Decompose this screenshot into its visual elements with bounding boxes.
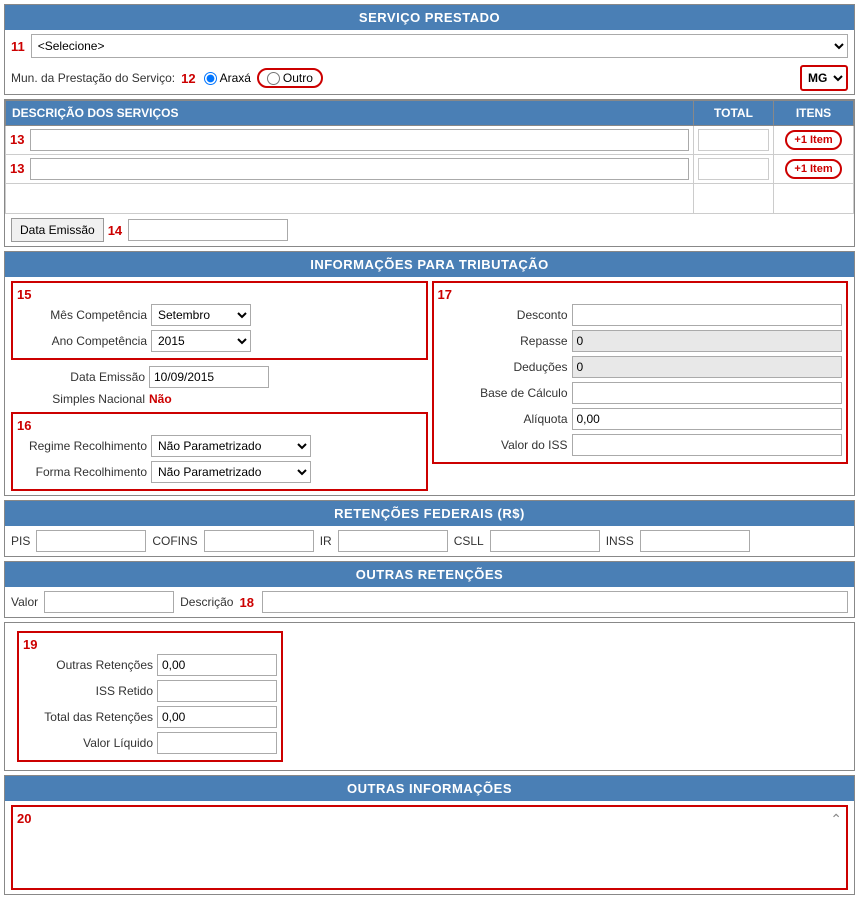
retencoes-header: RETENÇÕES FEDERAIS (R$) bbox=[5, 501, 854, 526]
state-select-container[interactable]: MG bbox=[800, 65, 848, 91]
desc-row1-input[interactable] bbox=[30, 129, 689, 151]
valor-liq-input[interactable] bbox=[157, 732, 277, 754]
outras-ret-total-input[interactable] bbox=[157, 654, 277, 676]
outras-info-textarea[interactable] bbox=[17, 826, 842, 881]
iss-label: Valor do ISS bbox=[438, 438, 568, 452]
desc-row2-input[interactable] bbox=[30, 158, 689, 180]
radio-outro-container[interactable]: Outro bbox=[257, 68, 323, 88]
desc-row2-number: 13 bbox=[10, 161, 24, 176]
data-label: Data Emissão bbox=[15, 370, 145, 384]
total-col-header: TOTAL bbox=[694, 101, 774, 126]
trib-header: INFORMAÇÕES PARA TRIBUTAÇÃO bbox=[5, 252, 854, 277]
iss-input[interactable] bbox=[572, 434, 843, 456]
item-btn-row2[interactable]: +1 Item bbox=[785, 159, 841, 179]
ir-label: IR bbox=[320, 534, 332, 548]
valor-servicos-btn[interactable]: Data Emissão bbox=[11, 218, 104, 242]
base-label: Base de Cálculo bbox=[438, 386, 568, 400]
outras-info-number: 20 bbox=[17, 811, 31, 826]
radio-outro-label: Outro bbox=[283, 71, 313, 85]
valor-servicos-input[interactable] bbox=[128, 219, 288, 241]
outras-ret-header: OUTRAS RETENÇÕES bbox=[5, 562, 854, 587]
mun-label: Mun. da Prestação do Serviço: bbox=[11, 71, 175, 85]
cofins-input[interactable] bbox=[204, 530, 314, 552]
iss-retido-label: ISS Retido bbox=[23, 684, 153, 698]
pis-input[interactable] bbox=[36, 530, 146, 552]
desconto-label: Desconto bbox=[438, 308, 568, 322]
scroll-icon: ⌃ bbox=[830, 811, 842, 828]
total-ret-input[interactable] bbox=[157, 706, 277, 728]
deducoes-input[interactable] bbox=[572, 356, 843, 378]
valor-label: Valor bbox=[11, 595, 38, 609]
deducoes-label: Deduções bbox=[438, 360, 568, 374]
table-row: 13 +1 Item bbox=[6, 155, 854, 184]
mes-label: Mês Competência bbox=[17, 308, 147, 322]
itens-col-header: ITENS bbox=[774, 101, 854, 126]
regime-label: Regime Recolhimento bbox=[17, 439, 147, 453]
valor-liq-label: Valor Líquido bbox=[23, 736, 153, 750]
regime-select[interactable]: Não Parametrizado bbox=[151, 435, 311, 457]
forma-select[interactable]: Não Parametrizado bbox=[151, 461, 311, 483]
outras-info-header: OUTRAS INFORMAÇÕES bbox=[5, 776, 854, 801]
repasse-input[interactable] bbox=[572, 330, 843, 352]
forma-label: Forma Recolhimento bbox=[17, 465, 147, 479]
inss-label: INSS bbox=[606, 534, 634, 548]
aliquota-label: Alíquota bbox=[438, 412, 568, 426]
aliquota-input[interactable] bbox=[572, 408, 843, 430]
radio-outro[interactable] bbox=[267, 72, 280, 85]
total-row1-input[interactable] bbox=[698, 129, 769, 151]
item-btn-row1[interactable]: +1 Item bbox=[785, 130, 841, 150]
total-ret-label: Total das Retenções bbox=[23, 710, 153, 724]
ano-label: Ano Competência bbox=[17, 334, 147, 348]
total-row2-input[interactable] bbox=[698, 158, 769, 180]
totais-number: 19 bbox=[23, 637, 37, 652]
descricao-ret-label: Descrição bbox=[180, 595, 233, 609]
simples-label: Simples Nacional bbox=[15, 392, 145, 406]
iss-retido-input[interactable] bbox=[157, 680, 277, 702]
csll-label: CSLL bbox=[454, 534, 484, 548]
desc-row1-number: 13 bbox=[10, 132, 24, 147]
ano-select[interactable]: 2015 bbox=[151, 330, 251, 352]
outras-number: 18 bbox=[239, 595, 253, 610]
data-input[interactable] bbox=[149, 366, 269, 388]
servico-header: SERVIÇO PRESTADO bbox=[5, 5, 854, 30]
table-row-empty bbox=[6, 184, 854, 214]
radio-araxá[interactable] bbox=[204, 72, 217, 85]
valor-14: 14 bbox=[108, 223, 122, 238]
trib-number-regime: 16 bbox=[17, 418, 31, 433]
servico-select[interactable]: <Selecione> bbox=[31, 34, 848, 58]
cofins-label: COFINS bbox=[152, 534, 197, 548]
repasse-label: Repasse bbox=[438, 334, 568, 348]
valor-input[interactable] bbox=[44, 591, 174, 613]
radio-araxá-container: Araxá bbox=[204, 71, 251, 85]
pis-label: PIS bbox=[11, 534, 30, 548]
inss-input[interactable] bbox=[640, 530, 750, 552]
trib-number-right: 17 bbox=[438, 287, 452, 302]
simples-value: Não bbox=[149, 392, 172, 406]
table-row: 13 +1 Item bbox=[6, 126, 854, 155]
radio-araxá-label: Araxá bbox=[220, 71, 251, 85]
csll-input[interactable] bbox=[490, 530, 600, 552]
ir-input[interactable] bbox=[338, 530, 448, 552]
descricao-ret-input[interactable] bbox=[262, 591, 848, 613]
base-input[interactable] bbox=[572, 382, 843, 404]
state-select[interactable]: MG bbox=[802, 67, 846, 89]
mun-number: 12 bbox=[181, 71, 195, 86]
trib-number-left: 15 bbox=[17, 287, 31, 302]
desc-col-header: DESCRIÇÃO DOS SERVIÇOS bbox=[6, 101, 694, 126]
desconto-input[interactable] bbox=[572, 304, 843, 326]
mes-select[interactable]: Setembro bbox=[151, 304, 251, 326]
outras-ret-total-label: Outras Retenções bbox=[23, 658, 153, 672]
servico-number: 11 bbox=[11, 39, 25, 54]
